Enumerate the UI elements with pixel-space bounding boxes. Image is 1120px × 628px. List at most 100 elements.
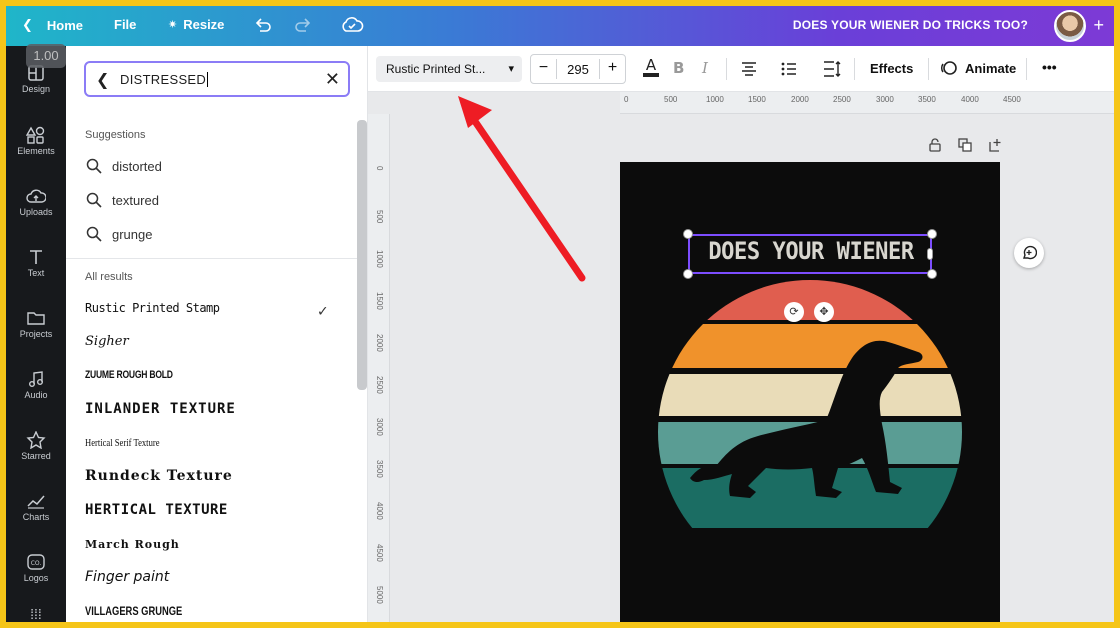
home-button[interactable]: ❮ Home (22, 17, 83, 33)
font-size-value[interactable]: 295 (557, 62, 599, 77)
search-value: DISTRESSED (120, 72, 207, 87)
decrease-size-button[interactable]: − (531, 59, 557, 79)
font-name: Finger paint (85, 569, 170, 585)
top-bar: ❮ Home File ✷ Resize DOES YOUR WIENER DO… (6, 6, 1114, 46)
search-input[interactable]: DISTRESSED (120, 72, 209, 87)
folder-icon (27, 312, 45, 325)
increase-size-button[interactable]: + (599, 59, 625, 79)
font-result-item[interactable]: Rustic Printed Stamp ✓ (85, 301, 347, 320)
rail-item-elements[interactable]: Elements (6, 126, 66, 156)
text-color-button[interactable]: A (642, 56, 660, 82)
close-icon[interactable]: ✕ (325, 69, 340, 90)
ruler-tick: 3500 (918, 95, 936, 104)
add-collaborator-icon[interactable]: + (1093, 15, 1104, 36)
check-icon: ✓ (317, 301, 328, 320)
ruler-tick: 3000 (876, 95, 894, 104)
font-result-item[interactable]: INLANDER TEXTURE (85, 401, 347, 417)
rail-label: Starred (21, 451, 51, 461)
ruler-tick: 0 (375, 166, 384, 171)
spacing-icon[interactable] (822, 59, 842, 79)
ruler-tick: 4500 (1003, 95, 1021, 104)
redo-icon[interactable] (294, 16, 312, 34)
font-name: Hertical Serif Texture (85, 437, 160, 449)
design-page[interactable]: DOES YOUR WIENER ⟳ ✥ (620, 162, 1000, 622)
font-result-item[interactable]: Sigher (85, 334, 347, 349)
search-icon (86, 226, 102, 242)
rotate-icon[interactable]: ⟳ (784, 302, 804, 322)
divider (854, 58, 855, 80)
font-result-item[interactable]: HERTICAL TEXTURE (85, 502, 347, 518)
list-icon[interactable] (780, 61, 798, 77)
font-name: Rundeck Texture (85, 468, 233, 484)
resize-handle[interactable] (927, 269, 937, 279)
divider (726, 58, 727, 80)
rail-item-starred[interactable]: Starred (6, 431, 66, 461)
suggestion-label: grunge (112, 226, 153, 242)
back-icon[interactable]: ❮ (96, 70, 109, 90)
add-page-icon[interactable] (988, 138, 1002, 152)
rail-item-design[interactable]: Design (6, 64, 66, 94)
font-result-item[interactable]: Hertical Serif Texture (85, 437, 289, 449)
font-result-item[interactable]: Rundeck Texture (85, 468, 347, 484)
zoom-badge: 1.00 (26, 44, 66, 68)
ruler-tick: 500 (664, 95, 678, 104)
star-icon (26, 431, 46, 449)
resize-button[interactable]: ✷ Resize (168, 17, 224, 32)
sunset-dachshund-graphic (658, 280, 962, 528)
rail-item-text[interactable]: Text (6, 248, 66, 278)
suggestion-item[interactable]: distorted (86, 158, 162, 174)
effects-button[interactable]: Effects (870, 61, 913, 76)
rail-item-logos[interactable]: CO. Logos (6, 553, 66, 583)
suggestion-item[interactable]: textured (86, 192, 159, 208)
side-handle[interactable] (927, 248, 933, 260)
undo-icon[interactable] (254, 16, 272, 34)
move-icon[interactable]: ✥ (814, 302, 834, 322)
font-result-item[interactable]: VILLAGERS GRUNGE (85, 604, 289, 618)
cloud-saved-icon[interactable] (340, 14, 364, 36)
font-name: ZUUME ROUGH BOLD (85, 369, 173, 381)
music-icon (29, 371, 43, 387)
font-result-item[interactable]: March Rough (85, 538, 347, 551)
lock-icon[interactable] (928, 138, 942, 152)
font-name: VILLAGERS GRUNGE (85, 604, 183, 618)
font-family-select[interactable]: Rustic Printed St... ▾ (376, 56, 522, 82)
document-title[interactable]: DOES YOUR WIENER DO TRICKS TOO? (793, 18, 1028, 32)
cloud-upload-icon (26, 189, 46, 203)
italic-icon[interactable]: I (702, 59, 708, 77)
more-options-button[interactable]: ••• (1042, 59, 1057, 75)
vertical-ruler: 0 500 1000 1500 2000 2500 3000 3500 4000… (368, 114, 390, 622)
font-search[interactable]: ❮ DISTRESSED ✕ (84, 61, 350, 97)
resize-handle[interactable] (683, 269, 693, 279)
add-comment-icon[interactable] (1014, 238, 1044, 268)
bold-icon[interactable]: B (673, 59, 684, 77)
duplicate-page-icon[interactable] (958, 138, 972, 152)
file-menu[interactable]: File (114, 17, 136, 32)
rail-item-uploads[interactable]: Uploads (6, 187, 66, 217)
rail-item-audio[interactable]: Audio (6, 370, 66, 400)
font-name: Sigher (85, 334, 129, 349)
ruler-tick: 4500 (375, 544, 384, 562)
sparkle-icon: ✷ (168, 19, 178, 31)
font-result-item[interactable]: ZUUME ROUGH BOLD (85, 369, 289, 381)
home-label: Home (46, 17, 84, 33)
panel-scrollbar[interactable] (357, 120, 367, 390)
font-result-item[interactable]: Finger paint (85, 569, 347, 585)
resize-handle[interactable] (683, 229, 693, 239)
rail-item-charts[interactable]: Charts (6, 492, 66, 522)
font-panel: ❮ DISTRESSED ✕ Suggestions distorted tex… (66, 46, 368, 622)
rail-label: Audio (24, 390, 48, 400)
ruler-tick: 2000 (375, 334, 384, 352)
ruler-tick: 1500 (375, 292, 384, 310)
divider (66, 258, 358, 259)
suggestion-item[interactable]: grunge (86, 226, 152, 242)
font-size-stepper[interactable]: − 295 + (530, 54, 626, 84)
ruler-tick: 1500 (748, 95, 766, 104)
animate-button[interactable]: Animate (965, 61, 1016, 76)
align-center-icon[interactable] (740, 61, 758, 77)
more-apps-icon[interactable]: ⁞⁞⁞ (6, 606, 66, 622)
text-icon (30, 250, 42, 264)
divider (1026, 58, 1027, 80)
user-avatar[interactable] (1054, 10, 1086, 42)
rail-item-projects[interactable]: Projects (6, 309, 66, 339)
resize-handle[interactable] (927, 229, 937, 239)
